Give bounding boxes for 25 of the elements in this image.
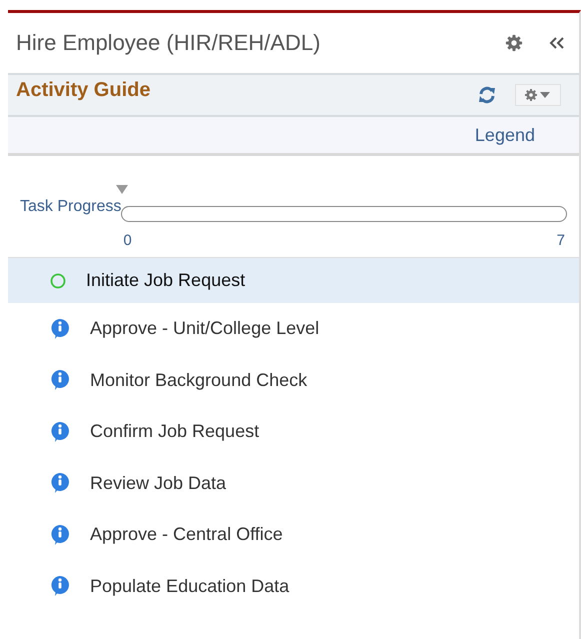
collapse-icon[interactable] [549,36,565,50]
task-item[interactable]: Confirm Job Request [8,406,579,458]
task-item[interactable]: Initiate Job Request [8,258,579,303]
info-icon [50,524,70,546]
gear-caret-icon [524,88,552,102]
task-item[interactable]: Approve - Unit/College Level [8,303,579,354]
guide-title: Activity Guide [16,78,150,102]
progress-max: 7 [556,232,565,249]
progress-min: 0 [123,232,132,249]
info-icon [50,472,70,494]
settings-icon[interactable] [505,34,523,52]
task-item[interactable]: Populate Education Data [8,560,579,612]
page-title: Hire Employee (HIR/REH/ADL) [16,30,320,56]
task-item[interactable]: Review Job Data [8,458,579,509]
info-icon [50,369,70,392]
task-item[interactable]: Monitor Background Check [8,354,579,406]
info-icon [50,318,70,340]
task-item[interactable]: Approve - Central Office [8,509,579,560]
circle-icon [50,272,66,288]
refresh-icon[interactable] [477,85,497,105]
legend-link[interactable]: Legend [474,124,535,146]
progress-label: Task Progress [20,198,122,216]
info-icon [50,575,70,598]
actions-menu-button[interactable] [515,84,561,106]
info-icon [50,420,70,443]
